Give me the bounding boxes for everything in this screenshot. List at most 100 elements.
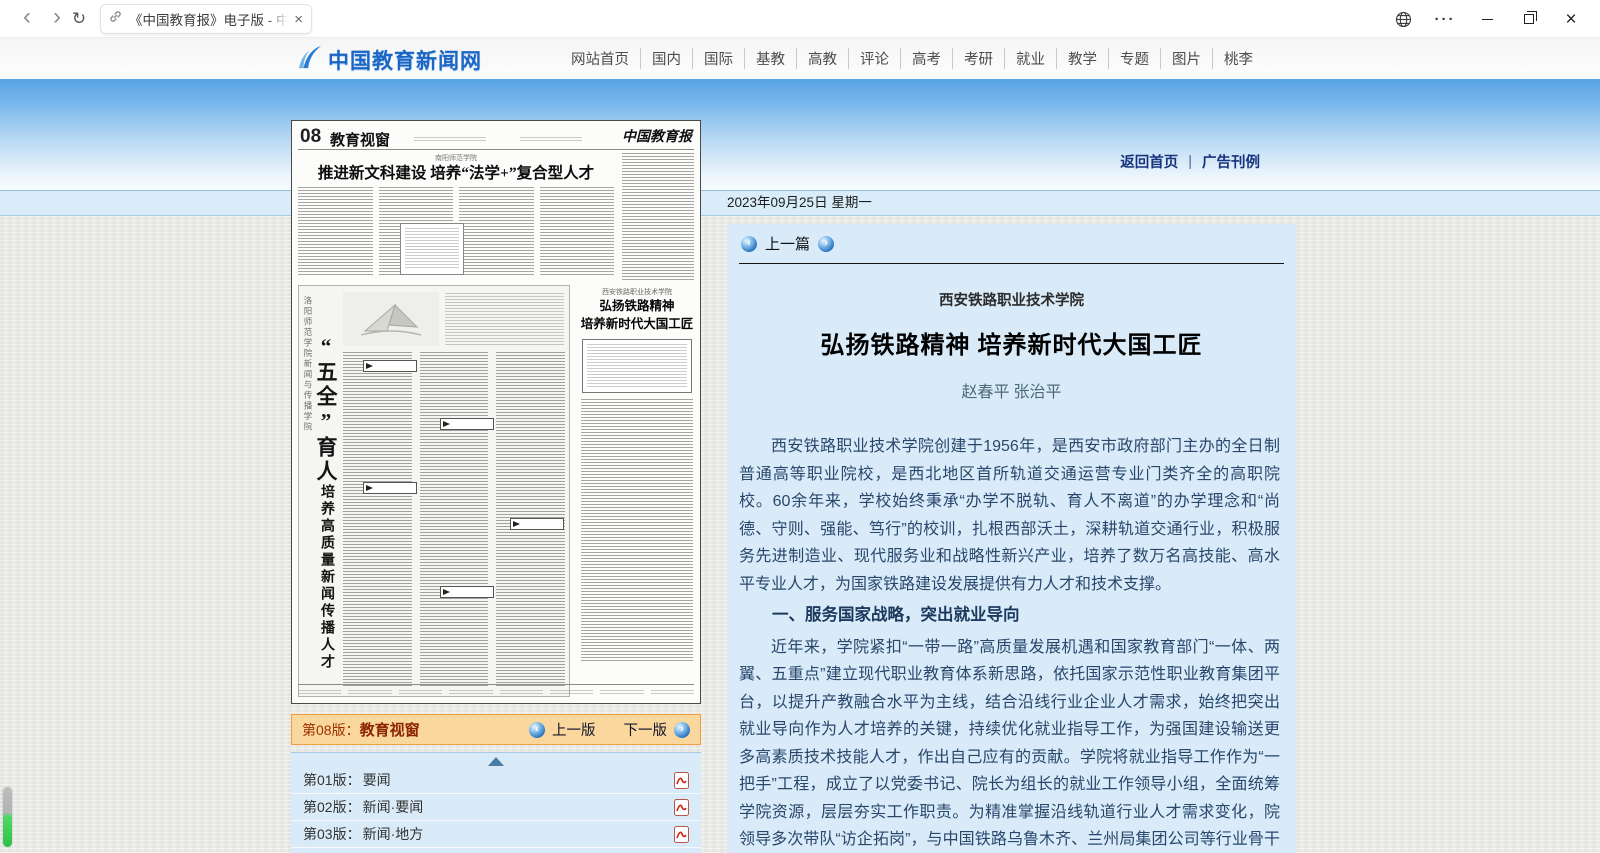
pages-list-item-01[interactable]: 第01版： 要闻 bbox=[291, 767, 701, 794]
nav-item-pictures[interactable]: 图片 bbox=[1160, 48, 1212, 69]
thumb-article-top-infobox bbox=[400, 223, 464, 275]
thumb-section-flag bbox=[440, 418, 494, 430]
article-paragraph-1: 西安铁路职业技术学院创建于1956年，是西安市政府部门主办的全日制普通高等职业院… bbox=[739, 433, 1280, 598]
edition-bar: 第08版： 教育视窗 ‹ 上一版 下一版 › bbox=[291, 714, 701, 745]
prev-article-globe-icon[interactable]: ‹ bbox=[741, 236, 757, 252]
next-article-globe-icon[interactable]: › bbox=[818, 236, 834, 252]
tab-close-icon[interactable]: × bbox=[294, 12, 303, 27]
thumb-article-right-headline-1: 弘扬铁路精神 bbox=[578, 299, 696, 315]
nav-item-home[interactable]: 网站首页 bbox=[560, 48, 640, 69]
thumb-article-right-microtext bbox=[581, 399, 693, 661]
nav-item-kaoyan[interactable]: 考研 bbox=[952, 48, 1004, 69]
site-nav: 网站首页 国内 国际 基教 高教 评论 高考 考研 就业 教学 专题 图片 桃李 bbox=[560, 38, 1264, 79]
page-number: 第02版： bbox=[303, 797, 361, 817]
back-icon[interactable]: ‹ bbox=[12, 0, 42, 38]
nav-item-taoli[interactable]: 桃李 bbox=[1212, 48, 1264, 69]
minimize-icon[interactable] bbox=[1466, 0, 1508, 38]
thumb-article-top-headline: 推进新文科建设 培养“法学+”复合型人才 bbox=[298, 165, 614, 182]
newspaper-issue-microtext bbox=[520, 137, 582, 142]
nav-item-topics[interactable]: 专题 bbox=[1108, 48, 1160, 69]
ad-rates-link[interactable]: 广告刊例 bbox=[1202, 151, 1260, 172]
nav-item-teaching[interactable]: 教学 bbox=[1056, 48, 1108, 69]
pages-list-item-02[interactable]: 第02版： 新闻·要闻 bbox=[291, 794, 701, 821]
site-header: 中国教育新闻网 网站首页 国内 国际 基教 高教 评论 高考 考研 就业 教学 … bbox=[0, 38, 1600, 79]
article-section-heading: 一、服务国家战略，突出就业导向 bbox=[739, 602, 1280, 630]
page-title[interactable]: 新闻·要闻 bbox=[363, 797, 424, 817]
article-nav: ‹ 上一篇 › bbox=[741, 233, 1296, 254]
collapse-up-icon[interactable] bbox=[488, 757, 504, 766]
newspaper-header: 08 教育视窗 中国教育报 bbox=[298, 125, 694, 150]
logo-swoosh-icon bbox=[298, 43, 322, 76]
edition-section-name: 教育视窗 bbox=[360, 719, 420, 740]
thumb-feature-headline-sub: 培养高质量新闻传播人才 bbox=[319, 484, 334, 671]
article-divider bbox=[739, 263, 1284, 264]
page-number: 第03版： bbox=[303, 824, 361, 844]
thumb-section-flag bbox=[440, 586, 494, 598]
banner: 返回首页 | 广告刊例 bbox=[0, 79, 1600, 190]
article-paragraph-2: 近年来，学院紧扣“一带一路”高质量发展机遇和国家教育部门“一体、两翼、五重点”建… bbox=[739, 634, 1280, 853]
newspaper-masthead: 中国教育报 bbox=[622, 126, 692, 146]
thumb-feature-affiliation: 洛阳师范学院新闻与传播学院 bbox=[302, 296, 314, 531]
thumb-feature-lede-microtext bbox=[445, 293, 564, 345]
pdf-icon[interactable] bbox=[674, 799, 689, 816]
thumb-article-right[interactable]: 西安铁路职业技术学院 弘扬铁路精神 培养新时代大国工匠 bbox=[578, 285, 696, 697]
article-byline: 赵春平 张治平 bbox=[727, 378, 1296, 402]
paper-plane-illustration bbox=[343, 292, 439, 346]
thumb-feature-headline-main: “五全”育人 bbox=[314, 334, 338, 484]
browser-tab[interactable]: 《中国教育报》电子版 - 中国教 × bbox=[100, 4, 312, 34]
scroll-indicator-pill[interactable] bbox=[3, 787, 12, 847]
thumb-article-feature[interactable]: 洛阳师范学院新闻与传播学院 “五全”育人培养高质量新闻传播人才 bbox=[298, 285, 570, 697]
back-home-link[interactable]: 返回首页 bbox=[1120, 151, 1178, 172]
nav-item-gaokao[interactable]: 高考 bbox=[900, 48, 952, 69]
site-logo[interactable]: 中国教育新闻网 bbox=[298, 43, 482, 76]
nav-item-employment[interactable]: 就业 bbox=[1004, 48, 1056, 69]
pdf-icon[interactable] bbox=[674, 772, 689, 789]
date-bar: 2023年09月25日 星期一 bbox=[0, 190, 1600, 216]
thumb-feature-vertical-headline: “五全”育人培养高质量新闻传播人才 bbox=[315, 334, 336, 686]
reload-icon[interactable]: ↻ bbox=[64, 0, 94, 38]
banner-links: 返回首页 | 广告刊例 bbox=[1120, 151, 1260, 172]
newspaper-page-thumbnail[interactable]: 08 教育视窗 中国教育报 南阳师范学院 推进新文科建设 培养“法学+”复合型人… bbox=[291, 120, 701, 704]
prev-edition-globe-icon[interactable]: ‹ bbox=[529, 722, 545, 738]
newspaper-footer-microtext bbox=[298, 684, 694, 700]
article-kicker: 西安铁路职业技术学院 bbox=[727, 289, 1296, 310]
link-icon bbox=[109, 10, 122, 28]
page-number: 第01版： bbox=[303, 770, 361, 790]
pages-list-panel: 第01版： 要闻 第02版： 新闻·要闻 第03版： 新闻·地方 bbox=[291, 752, 701, 853]
article-body: 西安铁路职业技术学院创建于1956年，是西安市政府部门主办的全日制普通高等职业院… bbox=[739, 433, 1280, 853]
date-text: 2023年09月25日 星期一 bbox=[727, 191, 872, 215]
window-close-icon[interactable]: × bbox=[1550, 0, 1592, 38]
pdf-icon[interactable] bbox=[674, 826, 689, 843]
next-edition-link[interactable]: 下一版 bbox=[624, 719, 668, 740]
newspaper-page-number: 08 bbox=[300, 126, 321, 148]
pages-list-item-03[interactable]: 第03版： 新闻·地方 bbox=[291, 821, 701, 848]
edition-page-label: 第08版： bbox=[302, 720, 360, 740]
page-title[interactable]: 要闻 bbox=[363, 770, 391, 790]
globe-icon[interactable] bbox=[1382, 0, 1424, 38]
nav-item-basic-edu[interactable]: 基教 bbox=[744, 48, 796, 69]
nav-item-commentary[interactable]: 评论 bbox=[848, 48, 900, 69]
prev-edition-link[interactable]: 上一版 bbox=[552, 719, 596, 740]
thumb-right-column-microtext bbox=[622, 153, 694, 281]
restore-icon[interactable] bbox=[1508, 0, 1550, 38]
banner-separator: | bbox=[1188, 154, 1192, 170]
thumb-article-right-infobox bbox=[582, 339, 692, 393]
newspaper-section-name: 教育视窗 bbox=[330, 129, 390, 150]
thumb-article-right-kicker: 西安铁路职业技术学院 bbox=[578, 287, 696, 297]
article-title: 弘扬铁路精神 培养新时代大国工匠 bbox=[727, 325, 1296, 360]
page-title[interactable]: 新闻·地方 bbox=[363, 824, 424, 844]
browser-chrome: ‹ › ↻ 《中国教育报》电子版 - 中国教 × ··· × bbox=[0, 0, 1600, 38]
thumb-section-flag bbox=[510, 518, 564, 530]
tab-title: 《中国教育报》电子版 - 中国教 bbox=[129, 9, 288, 29]
article-panel: ‹ 上一篇 › 西安铁路职业技术学院 弘扬铁路精神 培养新时代大国工匠 赵春平 … bbox=[727, 224, 1296, 853]
nav-item-domestic[interactable]: 国内 bbox=[640, 48, 692, 69]
thumb-section-flag bbox=[363, 482, 417, 494]
thumb-article-top-kicker: 南阳师范学院 bbox=[298, 153, 614, 163]
thumb-article-top[interactable]: 南阳师范学院 推进新文科建设 培养“法学+”复合型人才 bbox=[298, 153, 614, 281]
prev-article-link[interactable]: 上一篇 bbox=[765, 233, 810, 254]
newspaper-header-microtext bbox=[414, 137, 486, 143]
next-edition-globe-icon[interactable]: › bbox=[674, 722, 690, 738]
nav-item-international[interactable]: 国际 bbox=[692, 48, 744, 69]
more-menu-icon[interactable]: ··· bbox=[1424, 0, 1466, 38]
nav-item-higher-edu[interactable]: 高教 bbox=[796, 48, 848, 69]
